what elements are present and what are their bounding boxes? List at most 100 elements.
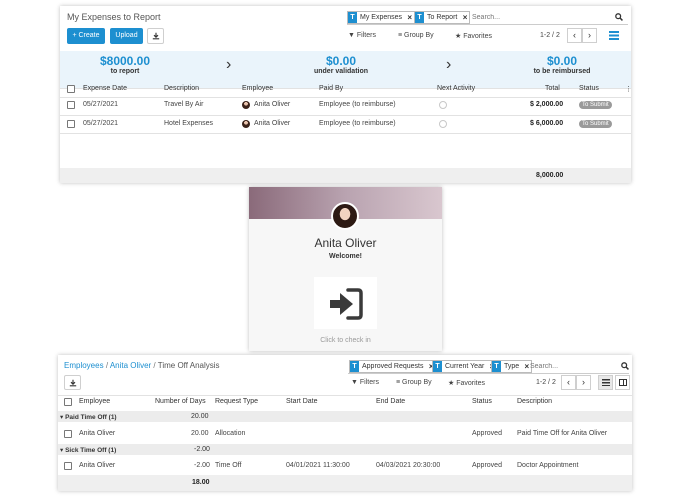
- group-row[interactable]: [58, 411, 632, 422]
- list-view-icon[interactable]: [609, 31, 619, 40]
- footer-total: 8,000.00: [536, 172, 564, 179]
- group-label: ▾ Paid Time Off (1): [60, 414, 117, 421]
- filters-menu[interactable]: ▼ Filters: [351, 379, 379, 386]
- search-input[interactable]: [530, 361, 610, 372]
- breadcrumb-employees[interactable]: Employees: [64, 361, 104, 370]
- avatar: [242, 101, 250, 109]
- cell-paid-by: Employee (to reimburse): [319, 101, 396, 108]
- download-button[interactable]: [64, 375, 81, 390]
- cell-start-date: 04/01/2021 11:30:00: [286, 462, 350, 469]
- col-end-date[interactable]: End Date: [376, 398, 405, 405]
- col-number-of-days[interactable]: Number of Days: [155, 398, 206, 405]
- col-description[interactable]: Description: [164, 85, 199, 92]
- remove-facet-icon[interactable]: ×: [407, 12, 412, 23]
- group-row[interactable]: [58, 444, 632, 455]
- filter-facet-icon: T: [348, 12, 357, 23]
- pager-previous-button[interactable]: ‹: [561, 375, 576, 390]
- breadcrumb-employee[interactable]: Anita Oliver: [110, 361, 151, 370]
- group-label: ▾ Sick Time Off (1): [60, 447, 117, 454]
- col-total[interactable]: Total: [545, 85, 560, 92]
- cell-total: $ 6,000.00: [530, 120, 564, 127]
- pager-previous-button[interactable]: ‹: [567, 28, 582, 43]
- groupby-menu[interactable]: ≡ Group By: [398, 32, 434, 39]
- col-status[interactable]: Status: [579, 85, 599, 92]
- facet-to-report[interactable]: T To Report ×: [414, 11, 471, 24]
- timeoff-panel: Employees / Anita Oliver / Time Off Anal…: [58, 355, 632, 491]
- cell-date: 05/27/2021: [83, 101, 119, 108]
- filter-facet-icon: T: [415, 12, 424, 23]
- list-view-button[interactable]: [598, 375, 613, 390]
- facet-approved-requests[interactable]: TApproved Requests×: [349, 360, 437, 373]
- filter-icon: ▼: [348, 32, 355, 39]
- search-input[interactable]: [472, 12, 602, 23]
- groupby-menu[interactable]: ≡ Group By: [396, 379, 432, 386]
- footer-total: 18.00: [192, 479, 210, 486]
- table-footer: [58, 475, 632, 491]
- cell-request-type: Time Off: [215, 462, 242, 469]
- summary-to-be-reimbursed[interactable]: $0.00 to be reimbursed: [517, 54, 607, 75]
- chevron-right-icon: ›: [588, 30, 591, 40]
- col-start-date[interactable]: Start Date: [286, 398, 318, 405]
- summary-to-report[interactable]: $8000.00 to report: [80, 54, 170, 75]
- pager-next-button[interactable]: ›: [576, 375, 591, 390]
- row-checkbox[interactable]: [64, 430, 72, 438]
- star-icon: ★: [455, 33, 462, 40]
- activity-clock-icon[interactable]: [439, 101, 447, 109]
- pager-value[interactable]: 1-2 / 2: [540, 32, 560, 39]
- facet-type[interactable]: T Type ×: [491, 360, 533, 373]
- select-all-checkbox[interactable]: [67, 85, 75, 93]
- avatar: [242, 120, 250, 128]
- download-button[interactable]: [147, 28, 164, 44]
- expenses-panel: My Expenses to Report T My Expenses × T To …: [60, 6, 631, 183]
- cell-paid-by: Employee (to reimburse): [319, 120, 396, 127]
- cell-days: -2.00: [194, 462, 210, 469]
- select-all-checkbox[interactable]: [64, 398, 72, 406]
- status-badge: To Submit: [579, 101, 612, 109]
- row-checkbox[interactable]: [64, 462, 72, 470]
- download-icon: [152, 32, 159, 40]
- search-icon[interactable]: [615, 13, 623, 21]
- summary-under-validation[interactable]: $0.00 under validation: [296, 54, 386, 75]
- column-options-icon[interactable]: ⋮: [625, 85, 631, 93]
- star-icon: ★: [448, 380, 455, 387]
- remove-facet-icon[interactable]: ×: [525, 361, 530, 372]
- facet-current-year[interactable]: TCurrent Year×: [432, 360, 498, 373]
- favorites-menu[interactable]: ★ Favorites: [455, 32, 492, 40]
- filters-menu[interactable]: ▼ Filters: [348, 32, 376, 39]
- filter-icon: ▼: [351, 379, 358, 386]
- remove-facet-icon[interactable]: ×: [463, 12, 468, 23]
- status-badge: To Submit: [579, 120, 612, 128]
- cell-status: Approved: [472, 430, 502, 437]
- welcome-text: Welcome!: [329, 253, 362, 260]
- col-next-activity[interactable]: Next Activity: [437, 85, 475, 92]
- cell-description: Paid Time Off for Anita Oliver: [517, 430, 608, 437]
- chevron-left-icon: ‹: [567, 377, 570, 387]
- filter-facet-icon: T: [433, 361, 442, 372]
- col-status[interactable]: Status: [472, 398, 492, 405]
- col-request-type[interactable]: Request Type: [215, 398, 258, 405]
- col-employee[interactable]: Employee: [242, 85, 273, 92]
- row-checkbox[interactable]: [67, 120, 75, 128]
- pivot-view-button[interactable]: [615, 375, 630, 390]
- check-in-hint: Click to check in: [320, 337, 371, 344]
- pager-next-button[interactable]: ›: [582, 28, 597, 43]
- search-icon[interactable]: [621, 362, 629, 370]
- cell-description: Doctor Appointment: [517, 462, 579, 469]
- col-expense-date[interactable]: Expense Date: [83, 85, 127, 92]
- row-checkbox[interactable]: [67, 101, 75, 109]
- filter-facet-icon: T: [492, 361, 501, 372]
- check-in-button[interactable]: [314, 277, 377, 329]
- col-employee[interactable]: Employee: [79, 398, 110, 405]
- pager-value[interactable]: 1-2 / 2: [536, 379, 556, 386]
- col-description[interactable]: Description: [517, 398, 552, 405]
- activity-clock-icon[interactable]: [439, 120, 447, 128]
- create-button[interactable]: + Create: [67, 28, 105, 44]
- cell-status: Approved: [472, 462, 502, 469]
- facet-my-expenses[interactable]: T My Expenses ×: [347, 11, 416, 24]
- cell-request-type: Allocation: [215, 430, 246, 437]
- divider: [58, 395, 632, 396]
- col-paid-by[interactable]: Paid By: [319, 85, 343, 92]
- upload-button[interactable]: Upload: [110, 28, 143, 44]
- favorites-menu[interactable]: ★ Favorites: [448, 379, 485, 387]
- cell-employee: Anita Oliver: [79, 430, 116, 437]
